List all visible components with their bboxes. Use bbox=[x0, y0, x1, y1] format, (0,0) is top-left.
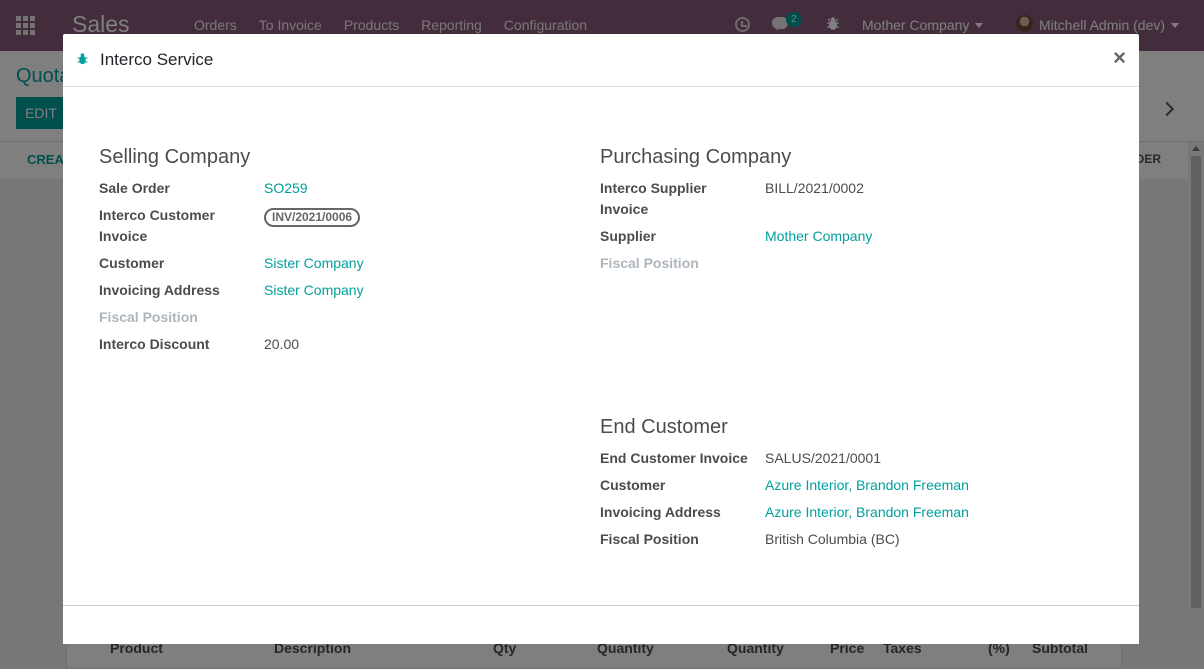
debug-bug-icon bbox=[77, 53, 88, 65]
selling-company-title: Selling Company bbox=[99, 146, 251, 168]
label-line: Interco Customer bbox=[99, 207, 215, 223]
supplier-invoice-value: BILL/2021/0002 bbox=[765, 180, 864, 196]
supplier-label: Supplier bbox=[600, 228, 657, 244]
end-customer-title: End Customer bbox=[600, 416, 728, 438]
interco-service-dialog: Interco Service × Selling Company Sale O… bbox=[63, 34, 1139, 644]
end-invoicing-address-link[interactable]: Azure Interior, Brandon Freeman bbox=[765, 502, 969, 523]
customer-invoice-field: INV/2021/0006 bbox=[264, 206, 361, 227]
customer-invoice-badge[interactable]: INV/2021/0006 bbox=[264, 208, 361, 227]
end-customer-invoice-label: End Customer Invoice bbox=[600, 450, 748, 466]
end-fiscal-position-value: British Columbia (BC) bbox=[765, 531, 900, 547]
interco-discount-value: 20.00 bbox=[264, 336, 300, 352]
sale-order-label: Sale Order bbox=[99, 180, 170, 196]
purchasing-fiscal-position-label: Fiscal Position bbox=[600, 255, 699, 271]
invoicing-address-label: Invoicing Address bbox=[99, 282, 220, 298]
label-line: Invoice bbox=[99, 228, 148, 244]
sale-order-link[interactable]: SO259 bbox=[264, 178, 308, 199]
interco-supplier-invoice-label: Interco Supplier Invoice bbox=[600, 178, 760, 220]
close-icon[interactable]: × bbox=[1113, 47, 1126, 69]
dialog-title: Interco Service bbox=[100, 50, 214, 69]
customer-link[interactable]: Sister Company bbox=[264, 253, 364, 274]
purchasing-company-title: Purchasing Company bbox=[600, 146, 792, 168]
end-fiscal-position-label: Fiscal Position bbox=[600, 531, 699, 547]
label-line: Invoice bbox=[600, 201, 649, 217]
invoicing-address-link[interactable]: Sister Company bbox=[264, 280, 364, 301]
end-customer-link[interactable]: Azure Interior, Brandon Freeman bbox=[765, 475, 969, 496]
selling-fiscal-position-label: Fiscal Position bbox=[99, 309, 198, 325]
dialog-footer bbox=[63, 607, 1139, 644]
end-customer-invoice-value: SALUS/2021/0001 bbox=[765, 450, 881, 466]
interco-discount-label: Interco Discount bbox=[99, 336, 210, 352]
customer-label: Customer bbox=[99, 255, 165, 271]
supplier-link[interactable]: Mother Company bbox=[765, 226, 872, 247]
end-customer-label: Customer bbox=[600, 477, 666, 493]
label-line: Interco Supplier bbox=[600, 180, 707, 196]
dialog-header: Interco Service × bbox=[63, 34, 1139, 87]
dialog-body: Selling Company Sale Order SO259 Interco… bbox=[63, 87, 1139, 606]
interco-customer-invoice-label: Interco Customer Invoice bbox=[99, 205, 259, 247]
end-invoicing-address-label: Invoicing Address bbox=[600, 504, 721, 520]
